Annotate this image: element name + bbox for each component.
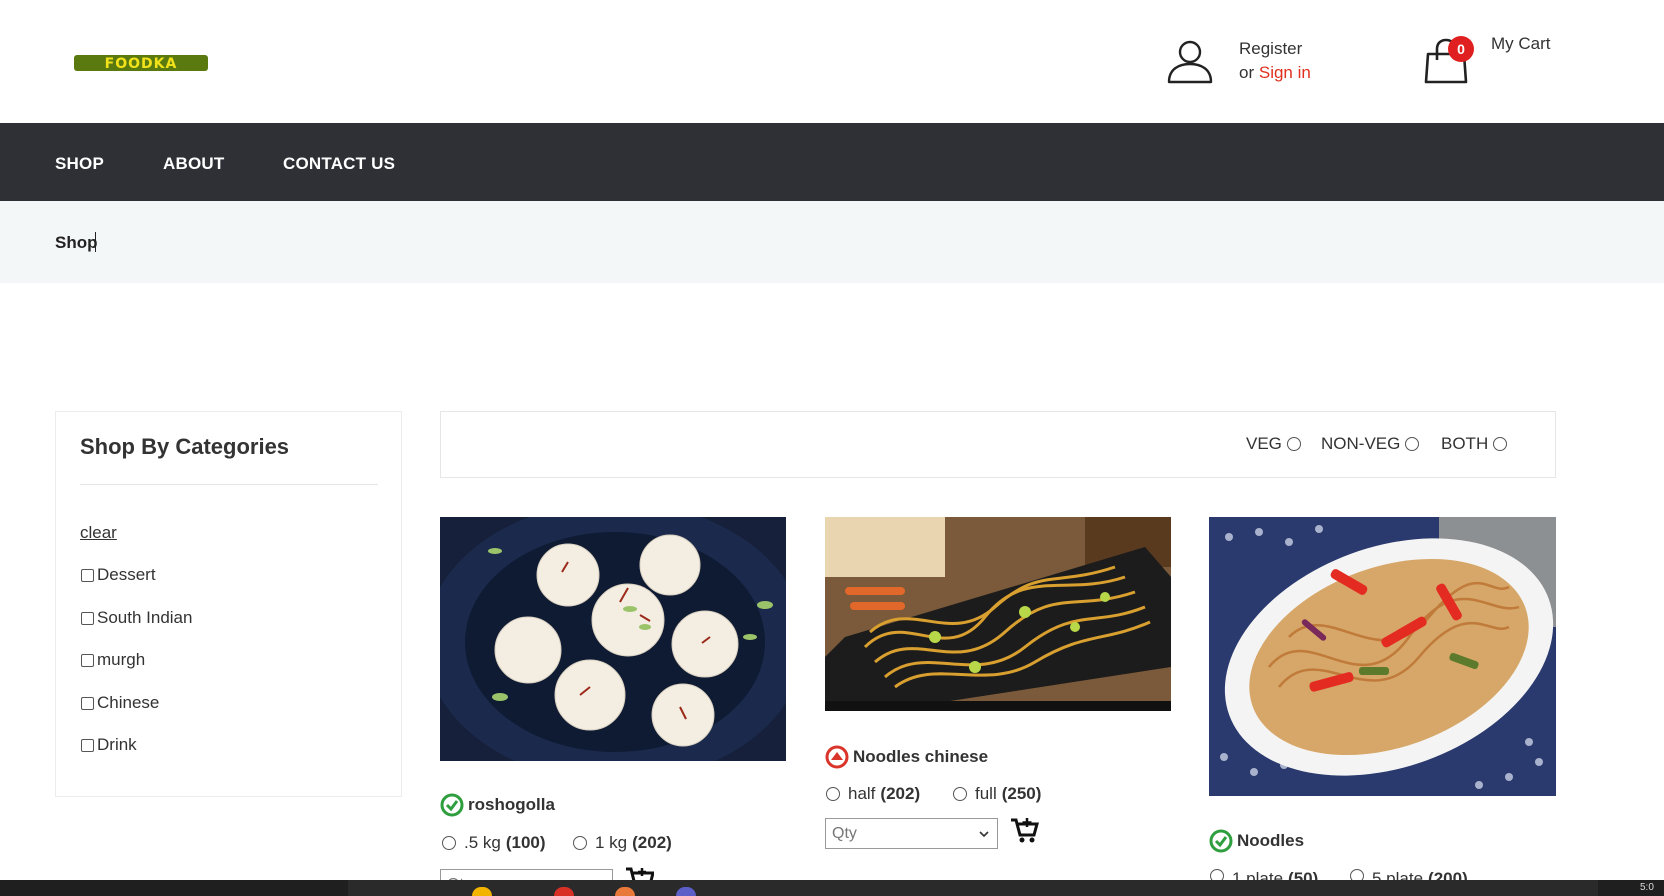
chevron-down-icon (979, 831, 989, 838)
product-image-roshogolla[interactable] (440, 517, 786, 761)
register-link[interactable]: Register (1239, 37, 1311, 61)
signin-link[interactable]: Sign in (1259, 63, 1311, 82)
option-price: (50) (1288, 869, 1319, 880)
product-title-noodles-chinese[interactable]: Noodles chinese (825, 745, 988, 769)
account-links: Register or Sign in (1239, 37, 1311, 85)
radio[interactable] (1210, 869, 1224, 880)
option-price: (202) (632, 833, 672, 852)
nav-about[interactable]: ABOUT (163, 154, 224, 174)
checkbox[interactable] (81, 653, 94, 667)
breadcrumb-current: Shop (55, 232, 98, 252)
taskbar-apps-area (348, 880, 1598, 896)
category-south-indian[interactable]: South Indian (81, 608, 192, 628)
nav-shop[interactable]: SHOP (55, 154, 104, 174)
radio[interactable] (1405, 437, 1420, 451)
quantity-select[interactable]: Qty (825, 818, 998, 849)
category-label: South Indian (97, 608, 193, 627)
clear-filters-link[interactable]: clear (80, 523, 117, 543)
product-image-noodles[interactable] (1209, 517, 1556, 796)
app-icon[interactable] (615, 887, 635, 896)
product-image-noodles-chinese[interactable] (825, 517, 1171, 711)
product-title-noodles[interactable]: Noodles (1209, 829, 1304, 853)
foodka-logo[interactable]: FOODKA (74, 53, 208, 73)
product-option[interactable]: 1 plate (50) (1210, 869, 1318, 880)
option-label: half (848, 784, 876, 803)
category-chinese[interactable]: Chinese (81, 693, 159, 713)
divider (80, 484, 378, 485)
text-cursor (94, 232, 96, 252)
app-icon[interactable] (676, 887, 696, 896)
category-murgh[interactable]: murgh (81, 650, 145, 670)
option-price: (202) (880, 784, 921, 803)
add-to-cart-icon[interactable] (624, 867, 654, 880)
category-dessert[interactable]: Dessert (81, 565, 156, 585)
filter-veg[interactable]: VEG (1246, 434, 1301, 454)
radio[interactable] (1286, 437, 1301, 451)
veg-mark-icon (440, 793, 464, 817)
checkbox[interactable] (81, 696, 94, 710)
main-navbar (0, 123, 1664, 201)
file-explorer-icon[interactable] (472, 887, 492, 896)
chrome-icon[interactable] (554, 887, 574, 896)
radio[interactable] (442, 836, 456, 850)
category-drink[interactable]: Drink (81, 735, 137, 755)
filter-both[interactable]: BOTH (1441, 434, 1508, 454)
option-label: .5 kg (464, 833, 501, 852)
breadcrumb (0, 201, 1664, 283)
product-name: roshogolla (468, 795, 555, 814)
product-title-roshogolla[interactable]: roshogolla (440, 793, 555, 817)
category-label: Chinese (97, 693, 160, 712)
add-to-cart-icon[interactable] (1009, 816, 1039, 844)
option-label: 5 plate (1372, 869, 1424, 880)
option-label: 1 plate (1232, 869, 1284, 880)
filter-label: BOTH (1441, 434, 1489, 453)
radio[interactable] (573, 836, 587, 850)
radio[interactable] (953, 787, 967, 801)
non-veg-mark-icon (825, 745, 849, 769)
category-label: Dessert (97, 565, 156, 584)
category-sidebar: Shop By Categories clear Dessert South I… (55, 411, 402, 797)
sidebar-title: Shop By Categories (80, 434, 290, 459)
cart-count-badge: 0 (1448, 36, 1474, 62)
product-name: Noodles (1237, 831, 1305, 850)
product-option[interactable]: 1 kg (202) (573, 833, 672, 853)
radio[interactable] (1493, 437, 1508, 451)
product-option[interactable]: half (202) (826, 784, 920, 804)
checkbox[interactable] (81, 738, 94, 752)
filter-non-veg[interactable]: NON-VEG (1321, 434, 1420, 454)
filter-label: VEG (1246, 434, 1282, 453)
option-price: (250) (1001, 784, 1042, 803)
taskbar-clock: 5:0 (1640, 882, 1654, 893)
option-price: (200) (1428, 869, 1468, 880)
product-option[interactable]: 5 plate (200) (1350, 869, 1468, 880)
checkbox[interactable] (81, 568, 94, 582)
my-cart-link[interactable]: My Cart (1491, 34, 1551, 54)
or-text: or (1239, 63, 1255, 82)
product-option[interactable]: full (250) (953, 784, 1041, 804)
option-label: full (975, 784, 997, 803)
option-price: (100) (505, 833, 546, 852)
site-header: FOODKA Register or Sign in 0 My Cart (0, 0, 1664, 123)
svg-text:FOODKA: FOODKA (105, 56, 178, 72)
radio[interactable] (826, 787, 840, 801)
checkbox[interactable] (81, 611, 94, 625)
radio[interactable] (1350, 869, 1364, 880)
product-option[interactable]: .5 kg (100) (442, 833, 546, 853)
category-label: Drink (97, 735, 137, 754)
option-label: 1 kg (595, 833, 628, 852)
filter-label: NON-VEG (1321, 434, 1401, 453)
qty-placeholder: Qty (832, 825, 857, 842)
nav-contact-us[interactable]: CONTACT US (283, 154, 395, 174)
category-label: murgh (97, 650, 146, 669)
user-icon[interactable] (1166, 37, 1214, 85)
veg-mark-icon (1209, 829, 1233, 853)
product-name: Noodles chinese (853, 747, 989, 766)
